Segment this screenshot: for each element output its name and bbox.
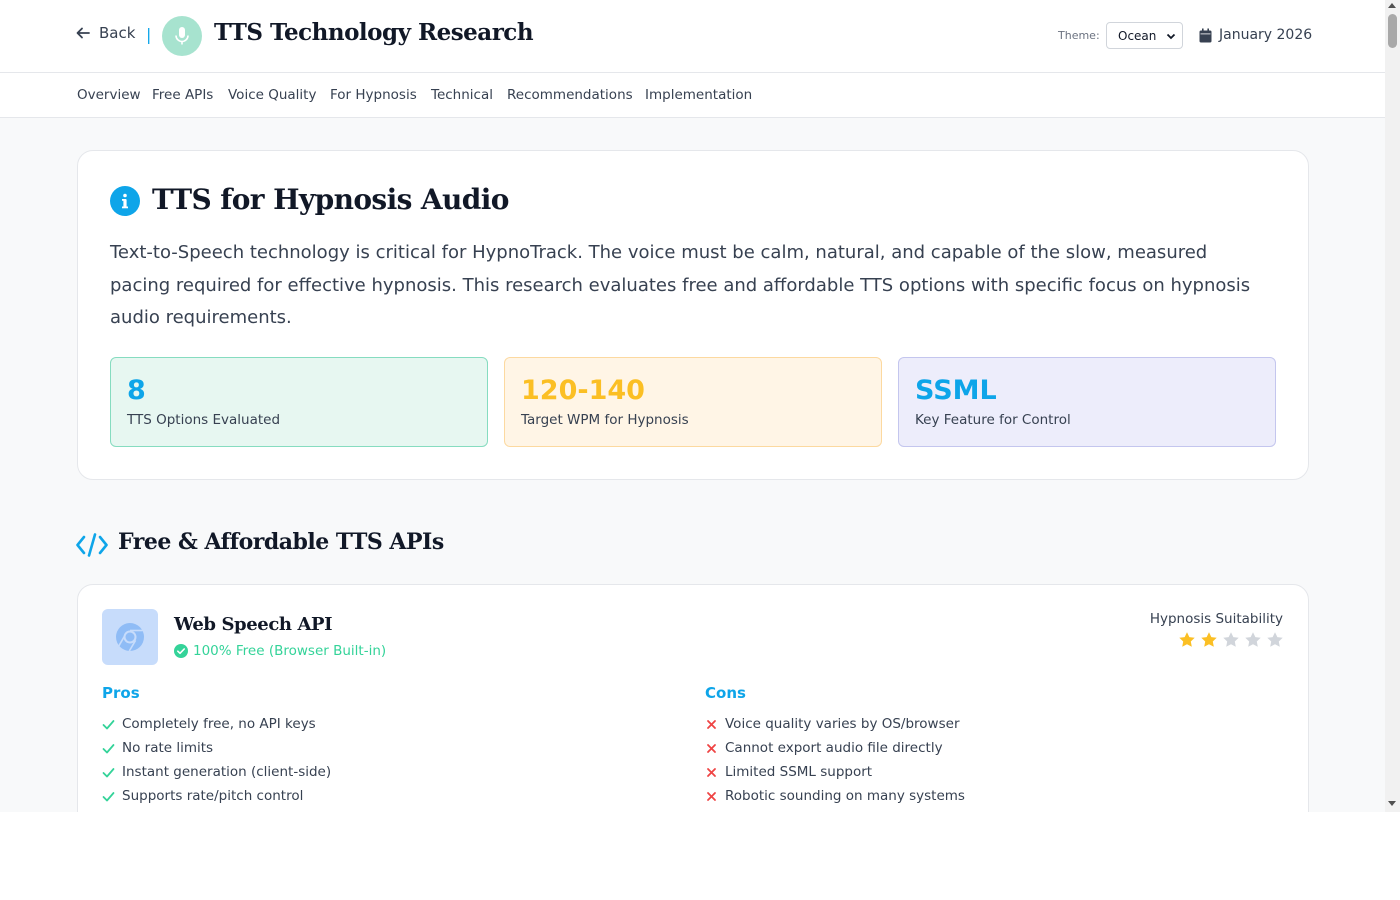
tab-free-apis[interactable]: Free APIs	[152, 87, 213, 103]
api-name: Web Speech API	[174, 614, 333, 635]
list-item: Robotic sounding on many systems	[705, 784, 965, 808]
stat-value: SSML	[915, 375, 997, 406]
pro-text: No rate limits	[122, 740, 214, 756]
x-icon	[707, 743, 716, 753]
stat-value: 120-140	[521, 375, 645, 406]
vertical-scrollbar[interactable]	[1385, 0, 1400, 812]
back-label: Back	[99, 24, 136, 42]
header-date: January 2026	[1219, 27, 1313, 43]
app-title: TTS Technology Research	[214, 19, 534, 46]
top-header: Back | TTS Technology Research Theme: Oc…	[0, 0, 1385, 73]
check-circle-icon	[174, 644, 188, 658]
stat-value: 8	[127, 375, 146, 406]
star-empty-icon	[1223, 632, 1239, 647]
theme-select-value: Ocean	[1118, 28, 1157, 43]
x-icon	[707, 791, 716, 801]
pro-text: Instant generation (client-side)	[122, 764, 332, 780]
star-filled-icon	[1179, 632, 1195, 647]
check-icon	[102, 791, 115, 801]
check-icon	[102, 743, 115, 753]
list-item: Cannot export audio file directly	[705, 736, 965, 760]
tab-implementation[interactable]: Implementation	[645, 87, 752, 103]
calendar-icon	[1199, 28, 1212, 43]
con-text: Limited SSML support	[725, 764, 873, 780]
scroll-up-arrow[interactable]	[1388, 3, 1396, 8]
stat-card-ssml: SSML Key Feature for Control	[898, 357, 1276, 447]
cons-list: Voice quality varies by OS/browser Canno…	[705, 712, 965, 808]
pro-text: Completely free, no API keys	[122, 716, 316, 732]
stat-card-options: 8 TTS Options Evaluated	[110, 357, 488, 447]
back-button[interactable]: Back	[75, 24, 135, 42]
con-text: Robotic sounding on many systems	[725, 788, 965, 804]
header-separator: |	[146, 25, 152, 44]
pros-title: Pros	[102, 684, 140, 702]
theme-label: Theme:	[1058, 29, 1100, 42]
theme-select[interactable]: Ocean	[1106, 22, 1183, 49]
section-title: Free & Affordable TTS APIs	[118, 529, 444, 555]
list-item: Instant generation (client-side)	[102, 760, 331, 784]
con-text: Cannot export audio file directly	[725, 740, 943, 756]
tab-for-hypnosis[interactable]: For Hypnosis	[330, 87, 417, 103]
tab-overview[interactable]: Overview	[77, 87, 141, 103]
scroll-thumb[interactable]	[1388, 14, 1397, 48]
list-item: No rate limits	[102, 736, 331, 760]
list-item: Limited SSML support	[705, 760, 965, 784]
api-price-text: 100% Free (Browser Built-in)	[193, 643, 387, 659]
intro-title: TTS for Hypnosis Audio	[152, 183, 509, 216]
check-icon	[102, 767, 115, 777]
info-icon	[110, 186, 140, 216]
stat-label: Key Feature for Control	[915, 412, 1071, 428]
star-empty-icon	[1267, 632, 1283, 647]
suitability-rating	[1178, 631, 1284, 649]
cons-title: Cons	[705, 684, 746, 702]
tab-technical[interactable]: Technical	[431, 87, 493, 103]
star-filled-icon	[1201, 632, 1217, 647]
api-card-web-speech: Web Speech API 100% Free (Browser Built-…	[77, 584, 1309, 812]
page-viewport: Back | TTS Technology Research Theme: Oc…	[0, 0, 1385, 812]
arrow-left-icon	[76, 27, 90, 39]
chrome-icon	[102, 609, 158, 665]
x-icon	[707, 767, 716, 777]
tab-voice-quality[interactable]: Voice Quality	[228, 87, 316, 103]
stat-label: Target WPM for Hypnosis	[521, 412, 689, 428]
code-icon	[76, 533, 108, 557]
stat-card-wpm: 120-140 Target WPM for Hypnosis	[504, 357, 882, 447]
suitability-label: Hypnosis Suitability	[1149, 611, 1283, 627]
section-tabs: Overview Free APIs Voice Quality For Hyp…	[0, 73, 1385, 118]
scroll-down-arrow[interactable]	[1388, 801, 1396, 806]
api-price: 100% Free (Browser Built-in)	[174, 643, 386, 659]
list-item: Completely free, no API keys	[102, 712, 331, 736]
chevron-down-icon	[1166, 33, 1176, 40]
con-text: Voice quality varies by OS/browser	[725, 716, 960, 732]
logo-badge	[162, 16, 202, 56]
x-icon	[707, 719, 716, 729]
list-item: Supports rate/pitch control	[102, 784, 331, 808]
tab-recommendations[interactable]: Recommendations	[507, 87, 633, 103]
intro-description: Text-to-Speech technology is critical fo…	[110, 242, 1251, 328]
star-empty-icon	[1245, 632, 1261, 647]
list-item: Voice quality varies by OS/browser	[705, 712, 965, 736]
microphone-icon	[175, 27, 189, 45]
intro-card: TTS for Hypnosis Audio Text-to-Speech te…	[77, 150, 1309, 480]
check-icon	[102, 719, 115, 729]
pros-list: Completely free, no API keys No rate lim…	[102, 712, 331, 808]
pro-text: Supports rate/pitch control	[122, 788, 304, 804]
stat-label: TTS Options Evaluated	[127, 412, 281, 428]
